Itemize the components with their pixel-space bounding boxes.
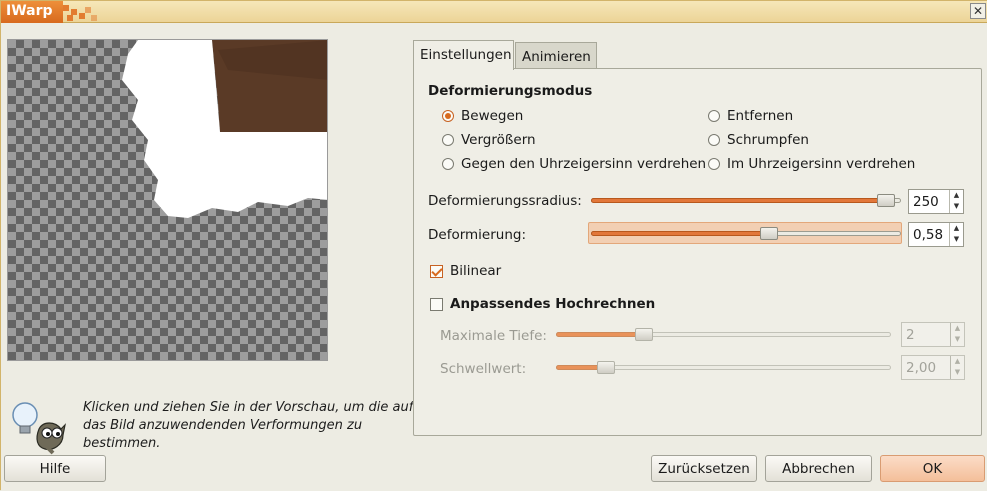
max-depth-spinbutton: 2 ▲ ▼ [901,322,965,347]
slider-thumb [597,361,615,374]
max-depth-value: 2 [906,327,915,343]
spin-arrows: ▲ ▼ [950,356,964,379]
radio-label: Im Uhrzeigersinn verdrehen [727,156,916,172]
ok-button[interactable]: OK [880,455,985,482]
max-depth-slider [556,325,891,345]
spin-arrows[interactable]: ▲ ▼ [949,190,963,213]
checkbox-indicator [430,297,443,311]
tab-label: Einstellungen [420,47,512,63]
amount-slider[interactable] [591,224,901,244]
threshold-spinbutton: 2,00 ▲ ▼ [901,355,965,380]
radio-im-uhrzeigersinn[interactable]: Im Uhrzeigersinn verdrehen [708,156,915,172]
tab-einstellungen[interactable]: Einstellungen [413,40,514,70]
radius-slider[interactable] [591,191,901,211]
slider-fill [556,332,644,337]
radio-label: Schrumpfen [727,132,809,148]
hint-line: bestimmen. [83,436,161,451]
checkbox-indicator [430,264,443,278]
title-decoration [63,5,97,23]
dialog-content: Klicken und ziehen Sie in der Vorschau, … [1,23,987,491]
radius-label: Deformierungssradius: [428,193,582,209]
title-bar[interactable]: IWarp ✕ [1,1,987,23]
checkbox-label: Anpassendes Hochrechnen [450,296,656,312]
radio-label: Gegen den Uhrzeigersinn verdrehen [461,156,707,172]
amount-spinbutton[interactable]: 0,58 ▲ ▼ [908,222,964,247]
radio-entfernen[interactable]: Entfernen [708,108,793,124]
window-title: IWarp [1,1,63,23]
preview-area[interactable] [7,39,328,361]
slider-thumb [635,328,653,341]
dialog-window: IWarp ✕ Klicken und ziehen Sie in der Vo… [0,0,987,491]
preview-image [122,40,327,218]
radio-indicator [708,158,720,170]
radius-value: 250 [913,194,939,210]
mode-section-title: Deformierungsmodus [428,83,593,99]
amount-value: 0,58 [913,227,944,243]
radio-label: Entfernen [727,108,794,124]
spin-arrows[interactable]: ▲ ▼ [949,223,963,246]
close-icon[interactable]: ✕ [970,3,986,19]
hint-text: Klicken und ziehen Sie in der Vorschau, … [83,399,414,453]
tab-animieren[interactable]: Animieren [515,42,597,70]
hint-line: Klicken und ziehen Sie in der Vorschau, … [83,400,414,415]
threshold-value: 2,00 [906,360,937,376]
radio-vergroessern[interactable]: Vergrößern [442,132,536,148]
radio-indicator [708,134,720,146]
spin-arrows: ▲ ▼ [950,323,964,346]
max-depth-label: Maximale Tiefe: [440,328,547,344]
slider-thumb[interactable] [760,227,778,240]
amount-label: Deformierung: [428,227,527,243]
threshold-label: Schwellwert: [440,361,527,377]
tab-label: Animieren [522,49,591,65]
cancel-button[interactable]: Abbrechen [765,455,872,482]
slider-fill [591,231,769,236]
help-button[interactable]: Hilfe [4,455,106,482]
radio-indicator [442,110,454,122]
radio-indicator [708,110,720,122]
radio-gegen-uhrzeigersinn[interactable]: Gegen den Uhrzeigersinn verdrehen [442,156,706,172]
radio-bewegen[interactable]: Bewegen [442,108,523,124]
radio-schrumpfen[interactable]: Schrumpfen [708,132,809,148]
checkbox-label: Bilinear [450,263,502,279]
threshold-slider [556,358,891,378]
radio-indicator [442,134,454,146]
reset-button[interactable]: Zurücksetzen [651,455,757,482]
bilinear-checkbox[interactable]: Bilinear [430,263,501,279]
hint-line: das Bild anzuwendenden Verformungen zu [83,418,363,433]
wilber-lightbulb-icon [12,402,66,455]
adaptive-supersample-checkbox[interactable]: Anpassendes Hochrechnen [430,296,655,312]
slider-thumb[interactable] [877,194,895,207]
radio-indicator [442,158,454,170]
radio-label: Bewegen [461,108,524,124]
radio-label: Vergrößern [461,132,536,148]
slider-fill [591,198,886,203]
radius-spinbutton[interactable]: 250 ▲ ▼ [908,189,964,214]
